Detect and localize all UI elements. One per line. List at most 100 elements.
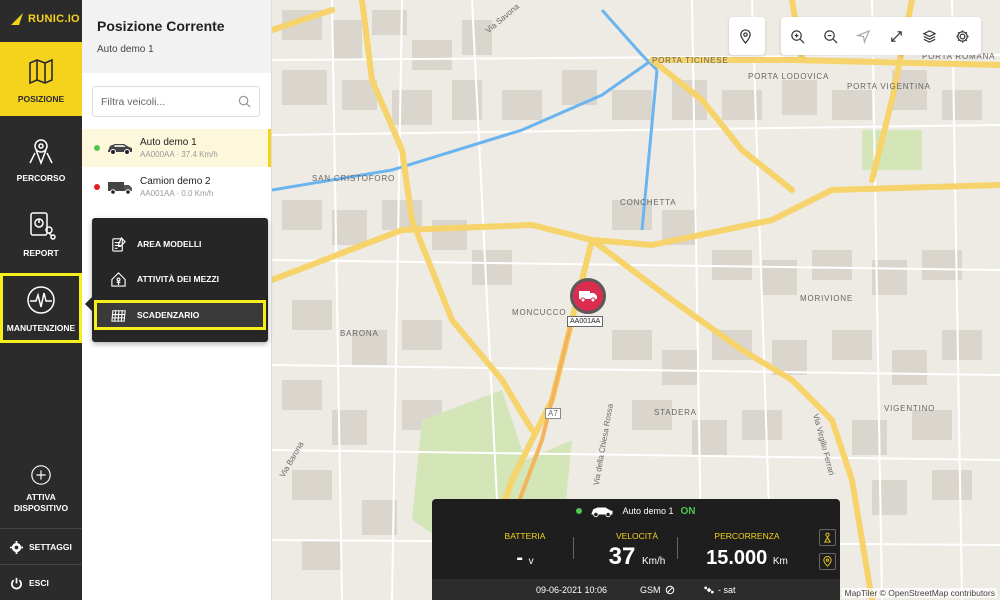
settings-button[interactable]: SETTAGGI — [0, 540, 82, 554]
battery-value: - v — [490, 547, 560, 570]
person-pin-icon — [823, 532, 832, 543]
activate-device-button[interactable]: ATTIVA DISPOSITIVO — [0, 458, 82, 518]
truck-icon — [579, 291, 597, 303]
logo-icon — [11, 13, 23, 25]
gear-icon — [956, 29, 969, 43]
menu-item-scadenzario[interactable]: SCADENZARIO — [94, 300, 266, 330]
last-update-time: 09-06-2021 10:06 — [536, 584, 608, 595]
zoom-out-button[interactable] — [814, 17, 847, 55]
battery-unit: v — [528, 556, 534, 567]
car-icon — [591, 507, 613, 518]
distance-label: PERCORRENZA — [714, 531, 780, 541]
logout-button[interactable]: ESCI — [0, 576, 82, 590]
fuel-button[interactable] — [819, 529, 836, 546]
map-icon — [29, 58, 53, 85]
vehicle-name: Auto demo 1 — [140, 137, 197, 148]
nav-percorso[interactable]: PERCORSO — [0, 123, 82, 193]
info-footer: 09-06-2021 10:06 GSM - sat — [432, 579, 840, 600]
vehicle-marker[interactable] — [570, 278, 606, 314]
map-label: CONCHETTA — [620, 198, 677, 207]
fullscreen-button[interactable] — [880, 17, 913, 55]
gear-icon — [10, 540, 23, 554]
status-dot — [576, 508, 583, 514]
panel-header: Posizione Corrente Auto demo 1 — [82, 0, 271, 73]
plus-circle-icon — [31, 464, 51, 485]
map-toolbar-pin — [729, 17, 765, 55]
nav-manutenzione[interactable]: MANUTENZIONE — [0, 273, 82, 343]
pin-button[interactable] — [729, 17, 762, 55]
logo-text: RUNIC.IO — [28, 13, 80, 25]
search-input[interactable] — [101, 95, 238, 108]
expand-icon — [891, 30, 902, 42]
page-subtitle: Auto demo 1 — [97, 44, 154, 55]
zoom-out-icon — [824, 29, 838, 43]
vehicle-info-panel: Auto demo 1 ON BATTERIA - v VELOCITÀ 37 … — [432, 499, 840, 600]
search-box — [92, 86, 260, 117]
nav-posizione[interactable]: POSIZIONE — [0, 42, 82, 116]
maintenance-menu: AREA MODELLI ATTIVITÀ DEI MEZZI SCADENZA… — [85, 218, 268, 342]
activate-device-label: ATTIVA DISPOSITIVO — [13, 491, 69, 513]
vehicle-meta: AA000AA · 37.4 Km/h — [140, 150, 218, 159]
map-label: PORTA LODOVICA — [748, 72, 830, 81]
gsm-status: GSM — [640, 585, 675, 595]
nav-posizione-label: POSIZIONE — [17, 94, 65, 104]
map-label: PORTA VIGENTINA — [847, 82, 931, 91]
menu-arrow — [85, 297, 92, 311]
vehicle-item-auto-demo-1[interactable]: Auto demo 1 AA000AA · 37.4 Km/h — [82, 129, 271, 167]
nav-report-label: REPORT — [23, 248, 59, 258]
speed-label: VELOCITÀ — [615, 531, 659, 541]
marker-plate-label: AA001AA — [567, 316, 604, 327]
vehicle-meta: AA001AA · 0.0 Km/h — [140, 189, 214, 198]
distance-value-number: 15.000 — [706, 547, 768, 569]
layers-button[interactable] — [913, 17, 946, 55]
menu-item-area-modelli[interactable]: AREA MODELLI — [94, 229, 266, 259]
map-label: SAN CRISTOFORO — [312, 174, 396, 183]
status-badge: ON — [680, 505, 696, 517]
zoom-in-icon — [791, 29, 805, 43]
menu-item-attivita-mezzi[interactable]: ATTIVITÀ DEI MEZZI — [94, 264, 266, 294]
divider — [0, 564, 82, 565]
menu-item-label: ATTIVITÀ DEI MEZZI — [137, 274, 220, 284]
app: RUNIC.IO POSIZIONE PERCORSO REPORT MANUT… — [0, 0, 1000, 600]
logout-label: ESCI — [29, 578, 49, 588]
page-title: Posizione Corrente — [97, 18, 225, 34]
menu-item-label: SCADENZARIO — [137, 310, 200, 320]
distance-stat: PERCORRENZA 15.000 Km — [697, 531, 797, 570]
power-icon — [11, 577, 22, 589]
info-vehicle-name: Auto demo 1 — [622, 506, 674, 516]
settings-label: SETTAGGI — [29, 542, 72, 552]
locate-button[interactable] — [847, 17, 880, 55]
house-person-icon — [111, 271, 126, 287]
pulse-icon — [27, 286, 55, 314]
zoom-in-button[interactable] — [781, 17, 814, 55]
info-header: Auto demo 1 ON — [432, 499, 840, 523]
navigation-arrow-icon — [856, 29, 871, 44]
map-label: BARONA — [340, 329, 379, 338]
vehicle-name: Camion demo 2 — [140, 176, 211, 187]
map-attribution[interactable]: MapTiler © OpenStreetMap contributors — [842, 588, 997, 598]
no-signal-icon — [665, 585, 674, 594]
map-label: STADERA — [654, 408, 697, 417]
map-settings-button[interactable] — [946, 17, 979, 55]
logo[interactable]: RUNIC.IO — [0, 0, 82, 38]
satellite-count: - sat — [718, 584, 736, 595]
nav-report[interactable]: REPORT — [0, 198, 82, 268]
battery-stat: BATTERIA - v — [490, 531, 560, 570]
speed-unit: Km/h — [642, 556, 666, 567]
map-pin-icon — [823, 556, 832, 567]
map-label: VIGENTINO — [884, 404, 936, 413]
road-shield: A7 — [545, 408, 561, 419]
nav-percorso-label: PERCORSO — [16, 173, 66, 183]
report-icon — [30, 212, 56, 240]
distance-unit: Km — [772, 556, 788, 567]
truck-icon — [108, 182, 132, 195]
search-icon[interactable] — [238, 95, 251, 108]
nav-manutenzione-label: MANUTENZIONE — [6, 323, 76, 333]
speed-stat: VELOCITÀ 37 Km/h — [587, 531, 687, 571]
car-icon — [108, 144, 132, 155]
vehicle-item-camion-demo-2[interactable]: Camion demo 2 AA001AA · 0.0 Km/h — [82, 168, 271, 206]
speed-value-number: 37 — [608, 543, 636, 570]
battery-value-number: - — [516, 547, 524, 569]
layers-icon — [922, 29, 937, 43]
location-button[interactable] — [819, 553, 836, 570]
